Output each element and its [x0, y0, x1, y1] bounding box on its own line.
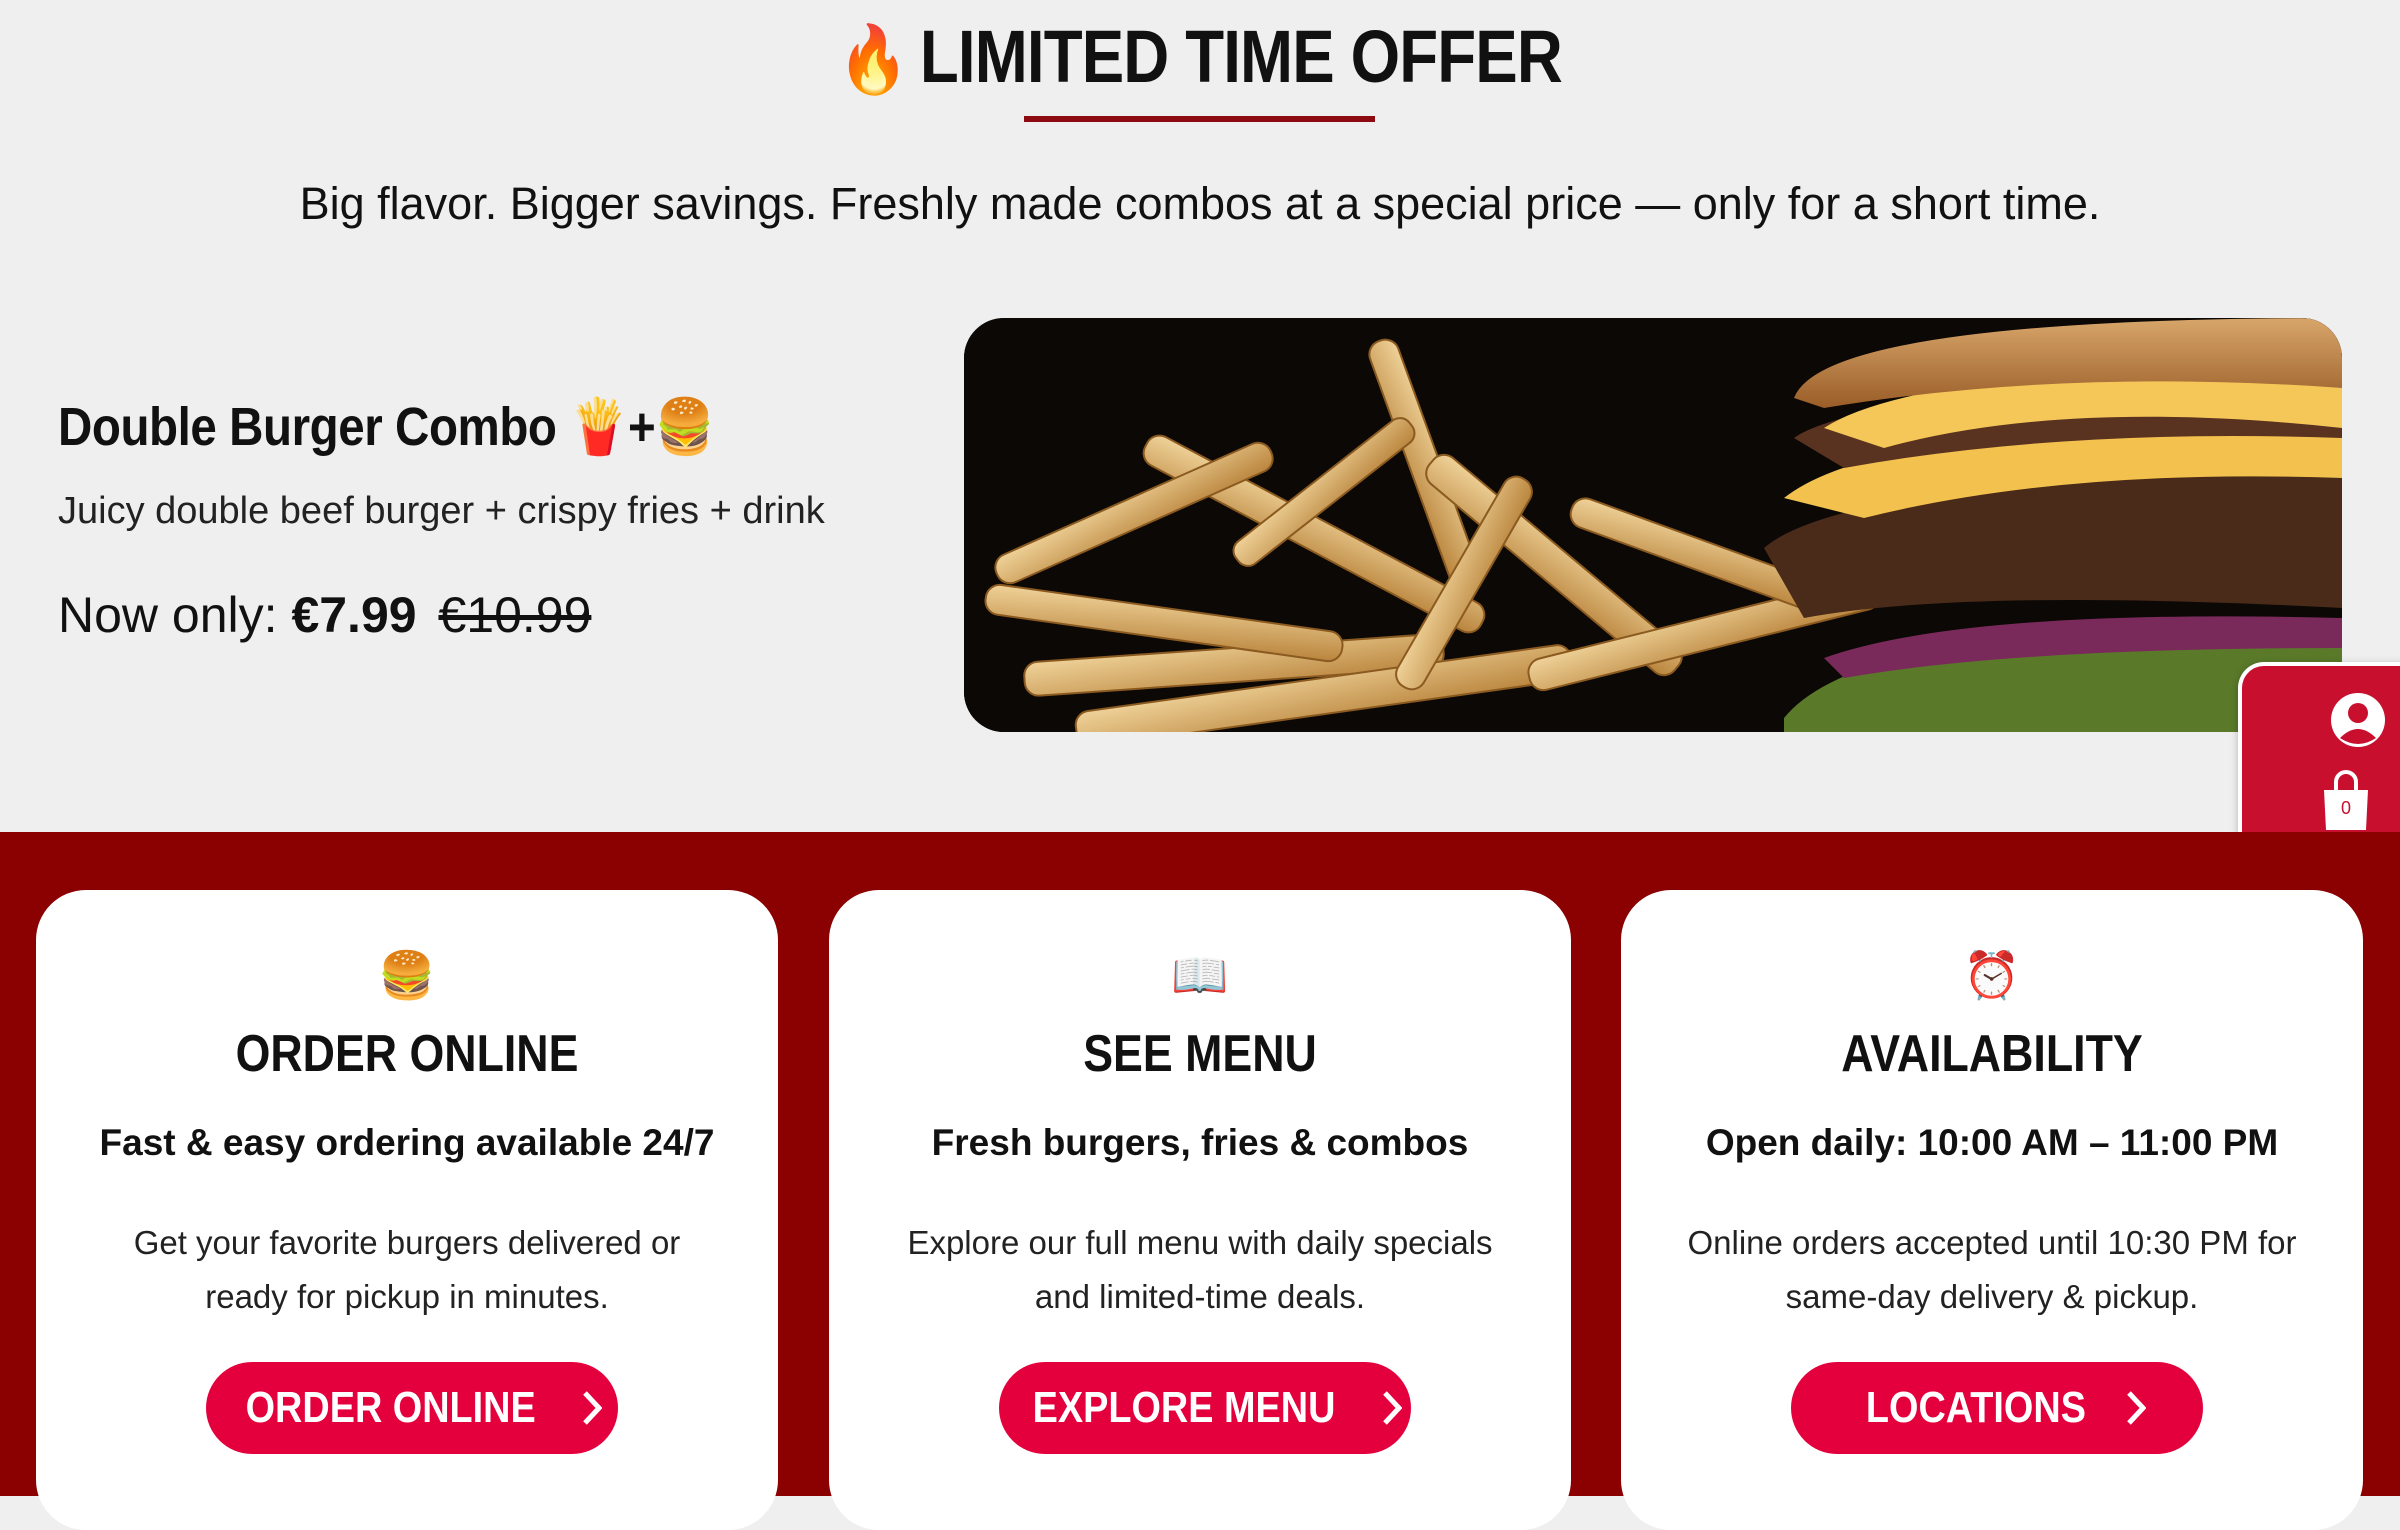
alarm-clock-icon: ⏰ [1963, 949, 2021, 1001]
button-label: EXPLORE MENU [1032, 1383, 1336, 1432]
card-body: Explore our full menu with daily special… [907, 1224, 1493, 1315]
fire-icon: 🔥 [838, 22, 909, 96]
card-title: SEE MENU [1083, 1025, 1317, 1083]
current-price: €7.99 [291, 587, 417, 643]
offer-heading-text: LIMITED TIME OFFER [919, 15, 1563, 98]
card-subtitle: Open daily: 10:00 AM – 11:00 PM [1705, 1122, 2279, 1163]
price-label: Now only: [58, 587, 278, 643]
offer-heading: 🔥 LIMITED TIME OFFER [168, 14, 2232, 99]
burger-and-fries-photo [964, 318, 2342, 732]
fries-burger-icon: 🍟+🍔 [569, 397, 715, 457]
locations-button[interactable]: LOCATIONS [1791, 1362, 2203, 1454]
burger-icon: 🍔 [378, 949, 436, 1001]
card-body: Get your favorite burgers delivered or r… [133, 1224, 681, 1315]
user-icon[interactable] [2330, 692, 2386, 748]
card-subtitle: Fresh burgers, fries & combos [931, 1122, 1469, 1163]
chevron-right-icon [1383, 1391, 1403, 1425]
offer-subheading: Big flavor. Bigger savings. Freshly made… [299, 178, 2101, 229]
order-online-button[interactable]: ORDER ONLINE [206, 1362, 618, 1454]
explore-menu-button[interactable]: EXPLORE MENU [999, 1362, 1411, 1454]
card-body: Online orders accepted until 10:30 PM fo… [1687, 1224, 2297, 1315]
card-availability: ⏰ AVAILABILITY Open daily: 10:00 AM – 11… [1621, 890, 2363, 1530]
heading-divider [1024, 116, 1375, 122]
button-label: LOCATIONS [1865, 1383, 2087, 1432]
chevron-right-icon [582, 1391, 602, 1425]
card-subtitle: Fast & easy ordering available 24/7 [99, 1122, 715, 1163]
button-label: ORDER ONLINE [245, 1383, 537, 1432]
combo-price: Now only: €7.99 €10.99 [58, 586, 591, 644]
combo-description: Juicy double beef burger + crispy fries … [58, 490, 825, 532]
combo-title: Double Burger Combo 🍟+🍔 [58, 396, 715, 459]
card-order-online: 🍔 ORDER ONLINE Fast & easy ordering avai… [36, 890, 778, 1530]
card-see-menu: 📖 SEE MENU Fresh burgers, fries & combos… [829, 890, 1571, 1530]
cart-count: 0 [2340, 798, 2351, 818]
open-book-icon: 📖 [1171, 949, 1229, 1001]
old-price: €10.99 [438, 587, 592, 643]
combo-title-text: Double Burger Combo [58, 397, 557, 457]
chevron-right-icon [2127, 1391, 2146, 1425]
card-title: AVAILABILITY [1841, 1025, 2143, 1083]
card-title: ORDER ONLINE [235, 1025, 579, 1083]
